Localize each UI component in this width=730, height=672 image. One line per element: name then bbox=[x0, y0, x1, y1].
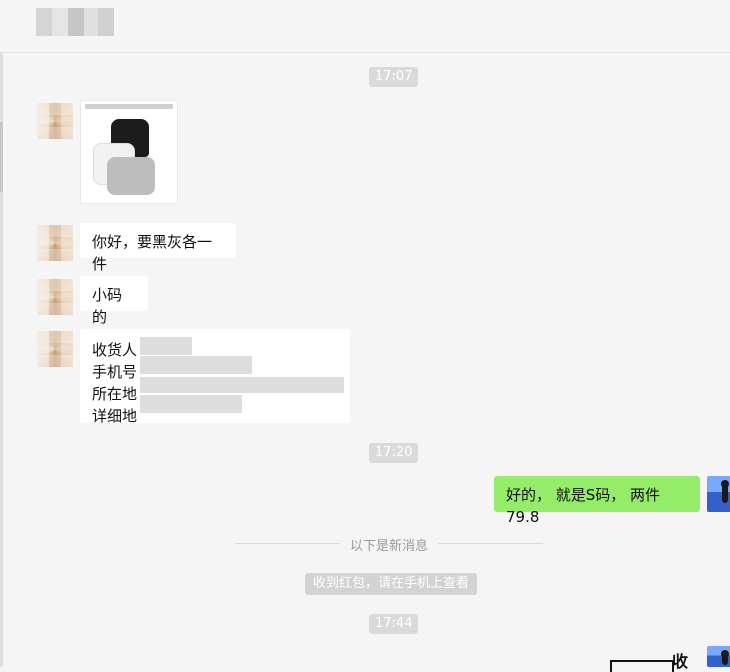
redacted-address bbox=[140, 395, 242, 413]
redacted-region bbox=[140, 377, 344, 393]
avatar-figure-body bbox=[722, 655, 728, 665]
message-bubble[interactable]: 你好，要黑灰各一件 bbox=[80, 223, 236, 273]
scroll-thumb[interactable] bbox=[0, 122, 3, 192]
chat-header bbox=[0, 0, 730, 53]
redacted-phone bbox=[140, 356, 252, 374]
outgoing-message-bubble[interactable]: 好的， 就是S码， 两件79.8 bbox=[494, 476, 700, 526]
message-text: 你好，要黑灰各一件 bbox=[92, 233, 213, 273]
time-divider-1720: 17:20 bbox=[369, 443, 419, 463]
image-topbar bbox=[85, 104, 173, 109]
red-packet-notice: 收到红包，请在手机上查看 bbox=[305, 573, 478, 595]
new-messages-line-right bbox=[438, 543, 543, 544]
time-divider-1744: 17:44 bbox=[369, 614, 419, 634]
new-messages-line-left bbox=[235, 543, 340, 544]
avatar-figure-body bbox=[722, 485, 728, 503]
message-bubble[interactable]: 小码的 bbox=[80, 276, 148, 326]
image-message[interactable] bbox=[80, 100, 178, 204]
time-divider-1707: 17:07 bbox=[369, 67, 419, 87]
contact-name-blurred bbox=[36, 8, 114, 36]
message-text: 好的， 就是S码， 两件79.8 bbox=[506, 486, 661, 526]
contact-avatar[interactable] bbox=[37, 279, 73, 315]
contact-avatar[interactable] bbox=[37, 225, 73, 261]
message-text: 小码的 bbox=[92, 286, 123, 326]
new-messages-label: 以下是新消息 bbox=[350, 539, 429, 554]
user-avatar[interactable] bbox=[707, 646, 730, 667]
redacted-recipient bbox=[140, 337, 192, 355]
partial-bottom-text: 收 bbox=[672, 652, 689, 671]
user-avatar[interactable] bbox=[707, 476, 730, 512]
contact-avatar[interactable] bbox=[37, 331, 73, 367]
partial-image-edge bbox=[610, 660, 674, 672]
contact-avatar[interactable] bbox=[37, 103, 73, 139]
scroll-rail[interactable] bbox=[0, 52, 3, 667]
product-gray-top bbox=[107, 157, 155, 195]
